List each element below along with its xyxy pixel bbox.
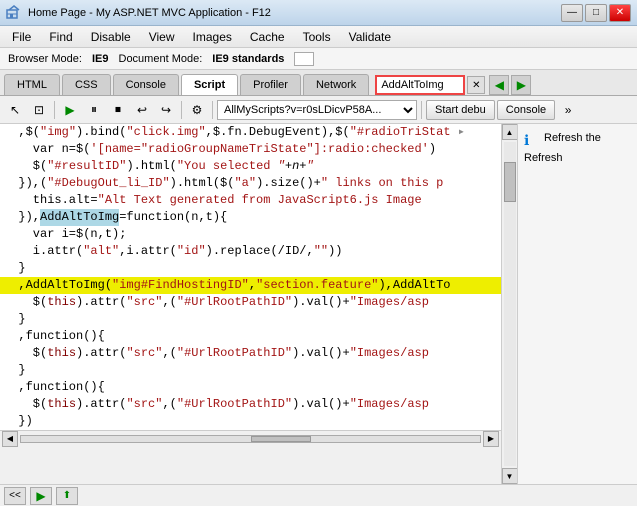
tab-script[interactable]: Script [181, 74, 238, 95]
play-button[interactable]: ▶ [59, 99, 81, 121]
search-input[interactable] [375, 75, 465, 95]
doc-mode-value: IE9 standards [212, 53, 284, 65]
info-bar: Browser Mode: IE9 Document Mode: IE9 sta… [0, 48, 637, 70]
code-line: } [0, 260, 501, 277]
refresh-area: ℹ Refresh the [522, 128, 633, 152]
close-button[interactable]: ✕ [609, 4, 631, 22]
cursor-tool-button[interactable]: ↖ [4, 99, 26, 121]
code-line-addalttoimg: }),AddAltToImg=function(n,t){ [0, 209, 501, 226]
refresh-label: Refresh the [544, 132, 601, 144]
code-line: i.attr("alt",i.attr("id").replace(/ID/,"… [0, 243, 501, 260]
main-content: ,$("img").bind("click.img",$.fn.DebugEve… [0, 124, 637, 484]
code-line: var n=$('[name="radioGroupNameTriState"]… [0, 141, 501, 158]
info-icon: ℹ [524, 132, 540, 148]
bottom-play-button[interactable]: ▶ [30, 487, 52, 505]
menu-file[interactable]: File [4, 28, 39, 46]
menu-view[interactable]: View [141, 28, 183, 46]
refresh-text: Refresh the [544, 132, 601, 144]
step-over-button[interactable]: ↪ [155, 99, 177, 121]
toolbar: ↖ ⊡ ▶ ⏸ ⏹ ↩ ↪ ⚙ AllMyScripts?v=r0sLDicvP… [0, 96, 637, 124]
pause-button[interactable]: ⏸ [83, 99, 105, 121]
toolbar-separator-4 [421, 101, 422, 119]
tab-nav-next[interactable]: ▶ [511, 75, 531, 95]
code-line-yellow: ,AddAltToImg("img#FindHostingID","sectio… [0, 277, 501, 294]
menu-tools[interactable]: Tools [295, 28, 339, 46]
menu-images[interactable]: Images [185, 28, 240, 46]
settings-button[interactable]: ⚙ [186, 99, 208, 121]
menu-find[interactable]: Find [41, 28, 80, 46]
horizontal-scrollbar[interactable]: ◀ ▶ [0, 430, 501, 446]
stop-button[interactable]: ⏹ [107, 99, 129, 121]
title-bar: Home Page - My ASP.NET MVC Application -… [0, 0, 637, 26]
code-line: }),("#DebugOut_li_ID").html($("a").size(… [0, 175, 501, 192]
code-line: ,function(){ [0, 328, 501, 345]
menu-bar: File Find Disable View Images Cache Tool… [0, 26, 637, 48]
start-debug-button[interactable]: Start debu [426, 100, 495, 120]
code-panel: ,$("img").bind("click.img",$.fn.DebugEve… [0, 124, 517, 484]
expand-button[interactable]: » [557, 99, 579, 121]
tab-bar: HTML CSS Console Script Profiler Network… [0, 70, 637, 96]
tab-network[interactable]: Network [303, 74, 369, 95]
code-lines-area: ,$("img").bind("click.img",$.fn.DebugEve… [0, 124, 501, 484]
doc-mode-label: Document Mode: [119, 53, 203, 65]
menu-validate[interactable]: Validate [341, 28, 399, 46]
code-line: } [0, 362, 501, 379]
code-line: $("#resultID").html("You selected "+n+" [0, 158, 501, 175]
menu-cache[interactable]: Cache [242, 28, 293, 46]
console-button[interactable]: Console [497, 100, 555, 120]
browser-mode-value: IE9 [92, 53, 109, 65]
code-line: $(this).attr("src",("#UrlRootPathID").va… [0, 345, 501, 362]
select-tool-button[interactable]: ⊡ [28, 99, 50, 121]
scroll-right-button[interactable]: ▶ [483, 431, 499, 447]
scroll-down-button[interactable]: ▼ [502, 468, 518, 484]
toolbar-separator-1 [54, 101, 55, 119]
code-line: }) [0, 413, 501, 430]
tab-profiler[interactable]: Profiler [240, 74, 301, 95]
tab-console[interactable]: Console [113, 74, 179, 95]
code-area[interactable]: ,$("img").bind("click.img",$.fn.DebugEve… [0, 124, 501, 430]
code-line: $(this).attr("src",("#UrlRootPathID").va… [0, 294, 501, 311]
minimize-button[interactable]: — [561, 4, 583, 22]
right-panel: ℹ Refresh the Refresh [517, 124, 637, 484]
search-close-button[interactable]: ✕ [467, 76, 485, 94]
scroll-up-button[interactable]: ▲ [502, 124, 518, 140]
window-title: Home Page - My ASP.NET MVC Application -… [28, 7, 561, 19]
browser-mode-label: Browser Mode: [8, 53, 82, 65]
menu-disable[interactable]: Disable [83, 28, 139, 46]
window-controls: — □ ✕ [561, 4, 631, 22]
refresh-description: Refresh [522, 152, 633, 164]
tab-css[interactable]: CSS [62, 74, 111, 95]
tab-search-container: ✕ ◀ ▶ [375, 75, 531, 95]
tab-nav-prev[interactable]: ◀ [489, 75, 509, 95]
toolbar-separator-3 [212, 101, 213, 119]
bottom-bar: << ▶ ⬆ [0, 484, 637, 506]
toolbar-separator-2 [181, 101, 182, 119]
bottom-prev-button[interactable]: << [4, 487, 26, 505]
tab-html[interactable]: HTML [4, 74, 60, 95]
code-line: } [0, 311, 501, 328]
code-line: $(this).attr("src",("#UrlRootPathID").va… [0, 396, 501, 413]
vertical-scrollbar[interactable]: ▲ ▼ [501, 124, 517, 484]
scroll-left-button[interactable]: ◀ [2, 431, 18, 447]
code-line: var i=$(n,t); [0, 226, 501, 243]
doc-mode-button[interactable] [294, 52, 314, 66]
code-line: ,$("img").bind("click.img",$.fn.DebugEve… [0, 124, 501, 141]
maximize-button[interactable]: □ [585, 4, 607, 22]
code-line: ,function(){ [0, 379, 501, 396]
tab-nav-buttons: ◀ ▶ [489, 75, 531, 95]
bottom-up-button[interactable]: ⬆ [56, 487, 78, 505]
app-icon [6, 5, 22, 21]
code-line: this.alt="Alt Text generated from JavaSc… [0, 192, 501, 209]
code-scroll[interactable]: ,$("img").bind("click.img",$.fn.DebugEve… [0, 124, 501, 430]
step-into-button[interactable]: ↩ [131, 99, 153, 121]
script-selector[interactable]: AllMyScripts?v=r0sLDicvP58A... [217, 100, 417, 120]
